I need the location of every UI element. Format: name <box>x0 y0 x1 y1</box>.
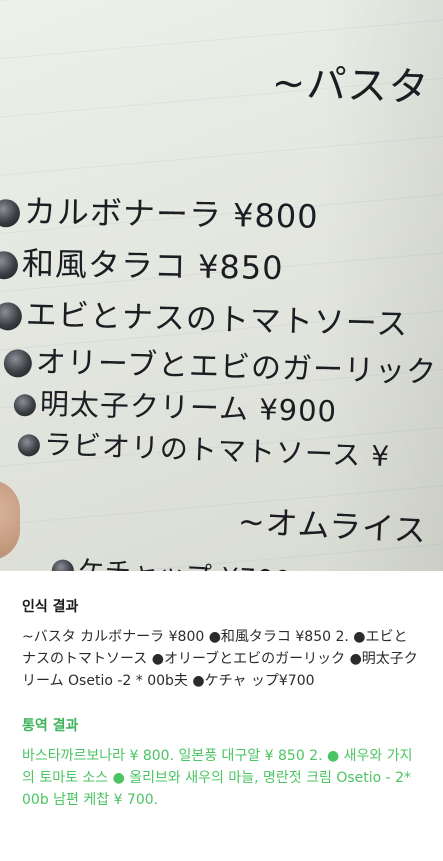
recognition-section: 인식 결과 ~バスタ カルボナーラ ¥800 ●和風タラコ ¥850 2. ●エ… <box>22 597 421 692</box>
bullet-icon <box>0 199 21 228</box>
recognition-title: 인식 결과 <box>22 599 79 615</box>
menu-heading-pasta: ~パスタ <box>271 60 431 112</box>
recognition-text: ~バスタ カルボナーラ ¥800 ●和風タラコ ¥850 2. ●エビとナスのト… <box>22 629 418 689</box>
menu-line-carbonara: カルボナーラ ¥800 <box>0 186 319 238</box>
bullet-icon <box>13 394 37 417</box>
translation-text: 바스타까르보나라 ¥ 800. 일본풍 대구알 ¥ 850 2. ● 새우와 가… <box>22 748 413 808</box>
bullet-icon <box>0 251 19 280</box>
bullet-icon <box>0 301 23 331</box>
translation-section: 통역 결과 바스타까르보나라 ¥ 800. 일본풍 대구알 ¥ 850 2. ●… <box>22 716 421 811</box>
result-panel: 인식 결과 ~バスタ カルボナーラ ¥800 ●和風タラコ ¥850 2. ●エ… <box>0 571 443 861</box>
menu-heading-omurice: ~オムライス <box>236 502 428 550</box>
camera-preview: ~パスタ カルボナーラ ¥800 和風タラコ ¥850 エビとナスのトマトソース… <box>0 0 443 571</box>
bullet-icon <box>17 434 41 457</box>
bullet-icon <box>3 348 33 378</box>
bullet-icon <box>51 558 75 571</box>
translation-title: 통역 결과 <box>22 718 79 734</box>
menu-line-wafu-tarako: 和風タラコ ¥850 <box>0 238 284 289</box>
